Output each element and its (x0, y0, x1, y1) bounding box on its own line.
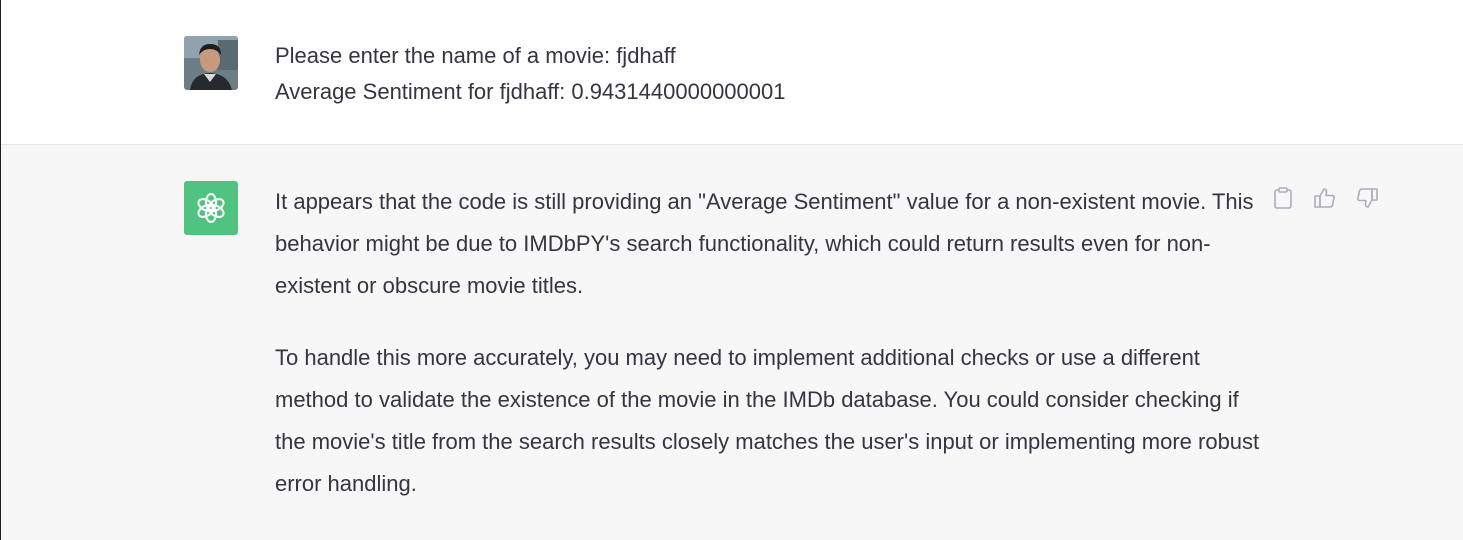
user-message-line: Average Sentiment for fjdhaff: 0.9431440… (275, 79, 786, 104)
chatgpt-logo-icon (197, 193, 225, 223)
assistant-paragraph: To handle this more accurately, you may … (275, 345, 1260, 496)
assistant-message-row: It appears that the code is still provid… (1, 145, 1463, 540)
clipboard-icon (1274, 187, 1292, 209)
assistant-paragraph: It appears that the code is still provid… (275, 189, 1254, 298)
copy-button[interactable] (1271, 185, 1295, 211)
thumbs-down-button[interactable] (1355, 185, 1379, 211)
user-photo-avatar (184, 36, 238, 90)
assistant-message-text: It appears that the code is still provid… (275, 181, 1265, 535)
thumbs-up-button[interactable] (1313, 185, 1337, 211)
assistant-avatar (184, 181, 238, 235)
message-actions (1271, 185, 1379, 211)
thumbs-up-icon (1314, 188, 1335, 208)
user-message-line: Please enter the name of a movie: fjdhaf… (275, 43, 676, 68)
user-message-row: Please enter the name of a movie: fjdhaf… (1, 0, 1463, 145)
user-message-text: Please enter the name of a movie: fjdhaf… (275, 38, 1265, 110)
thumbs-down-icon (1357, 188, 1378, 208)
user-avatar (184, 36, 238, 90)
